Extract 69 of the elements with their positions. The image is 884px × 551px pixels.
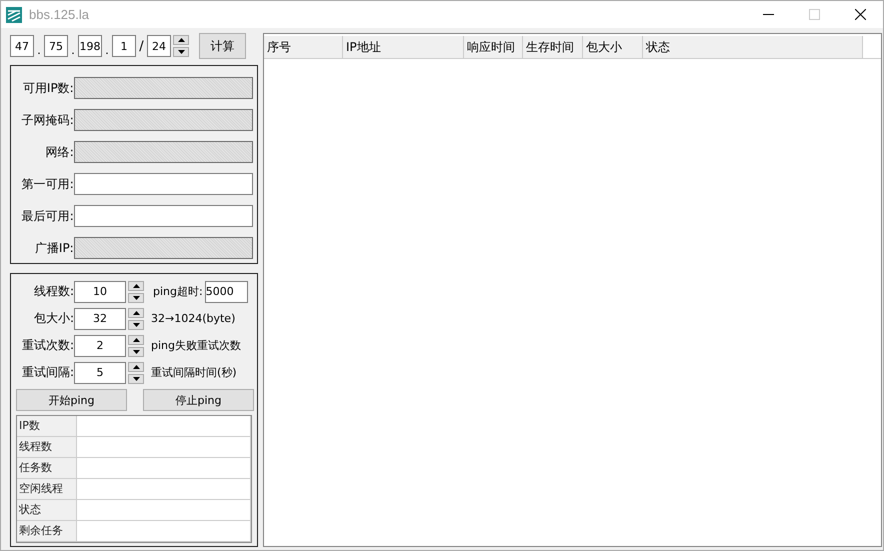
spin-up-button[interactable] bbox=[173, 35, 189, 45]
prefix-field[interactable]: 24 bbox=[147, 35, 171, 57]
field-label: 广播IP: bbox=[34, 240, 74, 256]
stat-label: 线程数 bbox=[17, 437, 78, 457]
spin-up-button[interactable] bbox=[128, 280, 144, 290]
result-field[interactable] bbox=[74, 205, 253, 227]
field-label: 最后可用: bbox=[20, 208, 74, 224]
triangle-up-icon bbox=[132, 310, 140, 314]
triangle-down-icon bbox=[132, 376, 140, 380]
triangle-down-icon bbox=[132, 322, 140, 326]
stop-button[interactable]: 停止ping bbox=[143, 389, 254, 411]
field-label: 网络: bbox=[44, 144, 74, 160]
column-header[interactable]: IP地址 bbox=[343, 36, 464, 58]
setting-label: 线程数: bbox=[32, 283, 74, 300]
setting-label: 重试间隔: bbox=[20, 364, 74, 381]
start-button[interactable]: 开始ping bbox=[16, 389, 127, 411]
hint-text: 32→1024(byte) bbox=[151, 312, 236, 325]
column-header[interactable]: 包大小 bbox=[583, 36, 643, 58]
ip-separator: . bbox=[70, 44, 76, 57]
window-title: bbs.125.la bbox=[29, 7, 89, 22]
spin-down-button[interactable] bbox=[173, 47, 189, 57]
column-header[interactable]: 响应时间 bbox=[464, 36, 523, 58]
stat-label: 空闲线程 bbox=[17, 479, 78, 499]
slash-separator: / bbox=[138, 38, 145, 54]
ip-octet-field[interactable]: 1 bbox=[112, 35, 136, 57]
ip-octet-field[interactable]: 75 bbox=[44, 35, 68, 57]
column-header[interactable]: 状态 bbox=[643, 36, 863, 58]
number-field[interactable]: 2 bbox=[74, 334, 126, 356]
spin-down-button[interactable] bbox=[128, 320, 144, 330]
triangle-down-icon bbox=[132, 350, 140, 354]
field-label: 子网掩码: bbox=[20, 112, 74, 128]
stat-label: 任务数 bbox=[17, 458, 78, 478]
triangle-up-icon bbox=[132, 338, 140, 342]
stat-label: 剩余任务 bbox=[17, 521, 78, 541]
ip-octet-field[interactable]: 47 bbox=[10, 35, 34, 57]
triangle-up-icon bbox=[132, 284, 140, 288]
timeout-label: ping超时: bbox=[153, 284, 203, 299]
number-field[interactable]: 5 bbox=[74, 362, 126, 384]
spin-up-button[interactable] bbox=[128, 308, 144, 318]
field-label: 可用IP数: bbox=[22, 80, 74, 96]
setting-label: 包大小: bbox=[32, 310, 74, 327]
number-field[interactable]: 10 bbox=[74, 280, 126, 302]
hint-text: ping失败重试次数 bbox=[151, 338, 241, 353]
stat-label: 状态 bbox=[17, 500, 78, 520]
calculate-button[interactable]: 计算 bbox=[199, 33, 246, 59]
spin-down-button[interactable] bbox=[128, 346, 144, 356]
triangle-up-icon bbox=[132, 364, 140, 368]
column-header[interactable]: 序号 bbox=[264, 36, 343, 58]
spin-down-button[interactable] bbox=[128, 292, 144, 302]
spin-down-button[interactable] bbox=[128, 374, 144, 384]
maximize-icon bbox=[808, 9, 820, 20]
setting-label: 重试次数: bbox=[20, 337, 74, 354]
triangle-down-icon bbox=[178, 50, 184, 54]
triangle-up-icon bbox=[178, 38, 184, 42]
triangle-down-icon bbox=[132, 296, 140, 300]
spin-up-button[interactable] bbox=[128, 334, 144, 344]
ip-separator: . bbox=[36, 44, 42, 57]
result-field[interactable] bbox=[74, 173, 253, 195]
spin-up-button[interactable] bbox=[128, 362, 144, 372]
ip-separator: . bbox=[104, 44, 110, 57]
field-label: 第一可用: bbox=[20, 176, 74, 192]
app-icon bbox=[5, 6, 23, 24]
column-header[interactable]: 生存时间 bbox=[523, 36, 583, 58]
number-field[interactable]: 32 bbox=[74, 308, 126, 330]
hint-text: 重试间隔时间(秒) bbox=[151, 365, 237, 380]
ip-octet-field[interactable]: 198 bbox=[78, 35, 102, 57]
timeout-field[interactable]: 5000 bbox=[204, 280, 248, 302]
close-icon bbox=[854, 9, 866, 20]
stat-label: IP数 bbox=[17, 416, 78, 436]
